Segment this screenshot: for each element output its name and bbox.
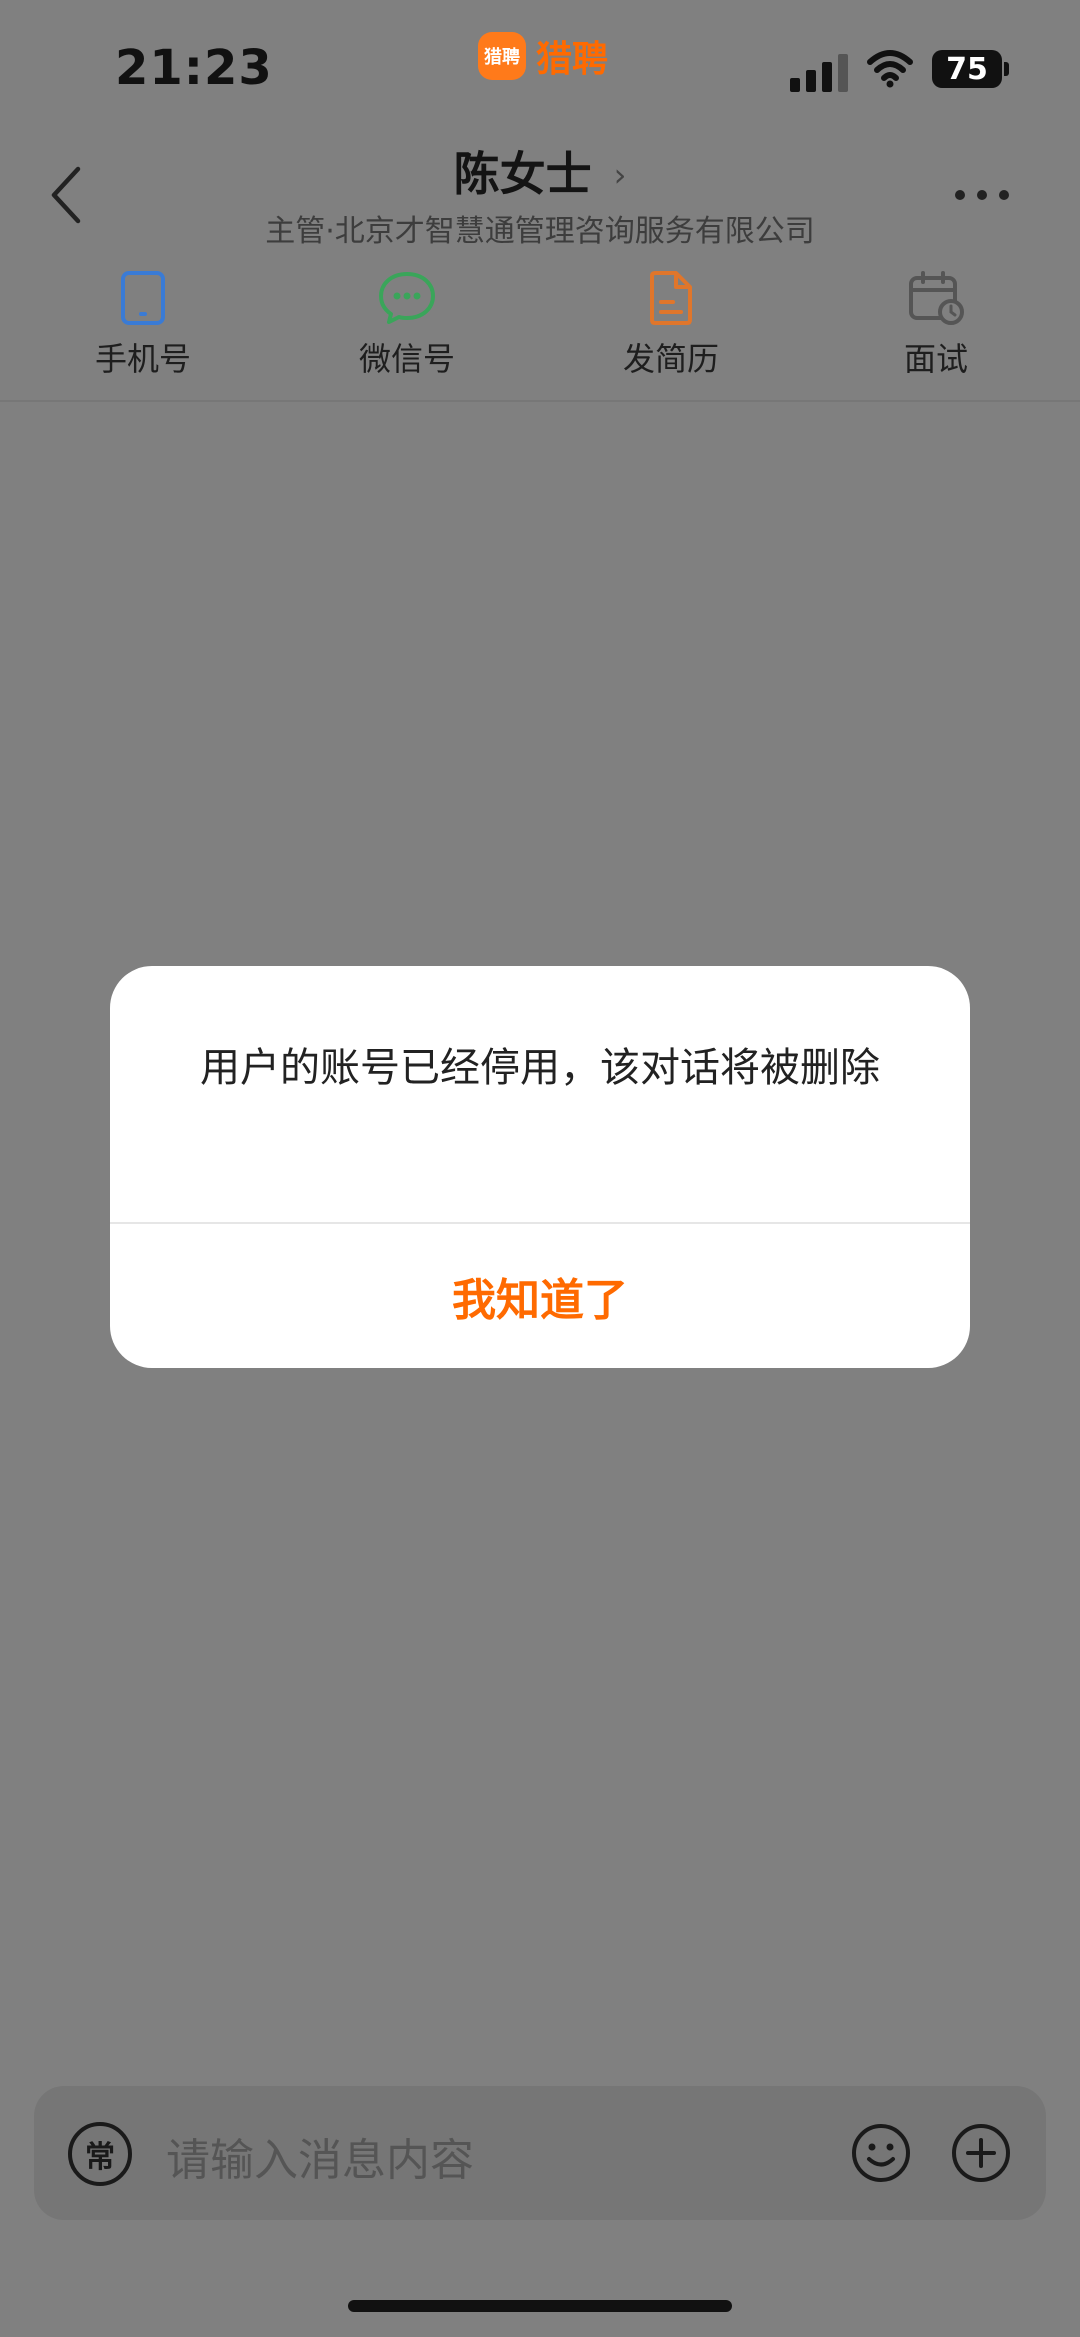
battery-tip xyxy=(1004,62,1009,76)
contact-header[interactable]: 陈女士 › xyxy=(0,138,1080,204)
emoji-icon[interactable] xyxy=(850,2122,912,2184)
app-name: 猎聘 xyxy=(536,39,609,80)
app-badge: 猎聘 猎聘 xyxy=(478,30,608,82)
home-indicator xyxy=(348,2300,732,2312)
message-input[interactable]: 请输入消息内容 xyxy=(166,2124,474,2188)
contact-position-company: 主管·北京才智慧通管理咨询服务有限公司 xyxy=(265,214,815,249)
quick-action-phone[interactable]: 手机号 xyxy=(53,270,233,380)
account-disabled-dialog: 用户的账号已经停用，该对话将被删除 我知道了 xyxy=(110,966,970,1368)
quick-action-wechat[interactable]: 微信号 xyxy=(317,270,497,380)
message-input-bar: 常 请输入消息内容 xyxy=(34,2086,1046,2220)
header-divider xyxy=(0,400,1080,402)
acknowledge-button[interactable]: 我知道了 xyxy=(110,1224,970,1368)
quick-action-label: 微信号 xyxy=(358,340,455,378)
quick-action-label: 面试 xyxy=(903,340,968,378)
more-options-icon[interactable] xyxy=(955,190,1009,200)
status-time: 21:23 xyxy=(115,40,273,96)
liepin-logo: 猎聘 xyxy=(478,32,526,80)
chevron-right-icon: › xyxy=(613,156,627,194)
quick-action-send-resume[interactable]: 发简历 xyxy=(581,270,761,380)
quick-action-label: 发简历 xyxy=(622,340,719,378)
wechat-icon xyxy=(379,272,435,324)
battery-indicator: 75 xyxy=(932,50,1002,88)
wifi-icon xyxy=(867,50,913,88)
resume-icon xyxy=(650,271,692,325)
quick-action-label: 手机号 xyxy=(94,340,191,378)
calendar-icon xyxy=(909,271,964,325)
cellular-signal-icon xyxy=(790,54,848,92)
plus-icon[interactable] xyxy=(950,2122,1012,2184)
common-phrases-button[interactable]: 常 xyxy=(68,2122,132,2186)
quick-action-interview[interactable]: 面试 xyxy=(846,270,1026,380)
dialog-message: 用户的账号已经停用，该对话将被删除 xyxy=(200,1045,880,1091)
phone-icon xyxy=(121,271,165,325)
contact-name[interactable]: 陈女士 xyxy=(454,147,592,201)
